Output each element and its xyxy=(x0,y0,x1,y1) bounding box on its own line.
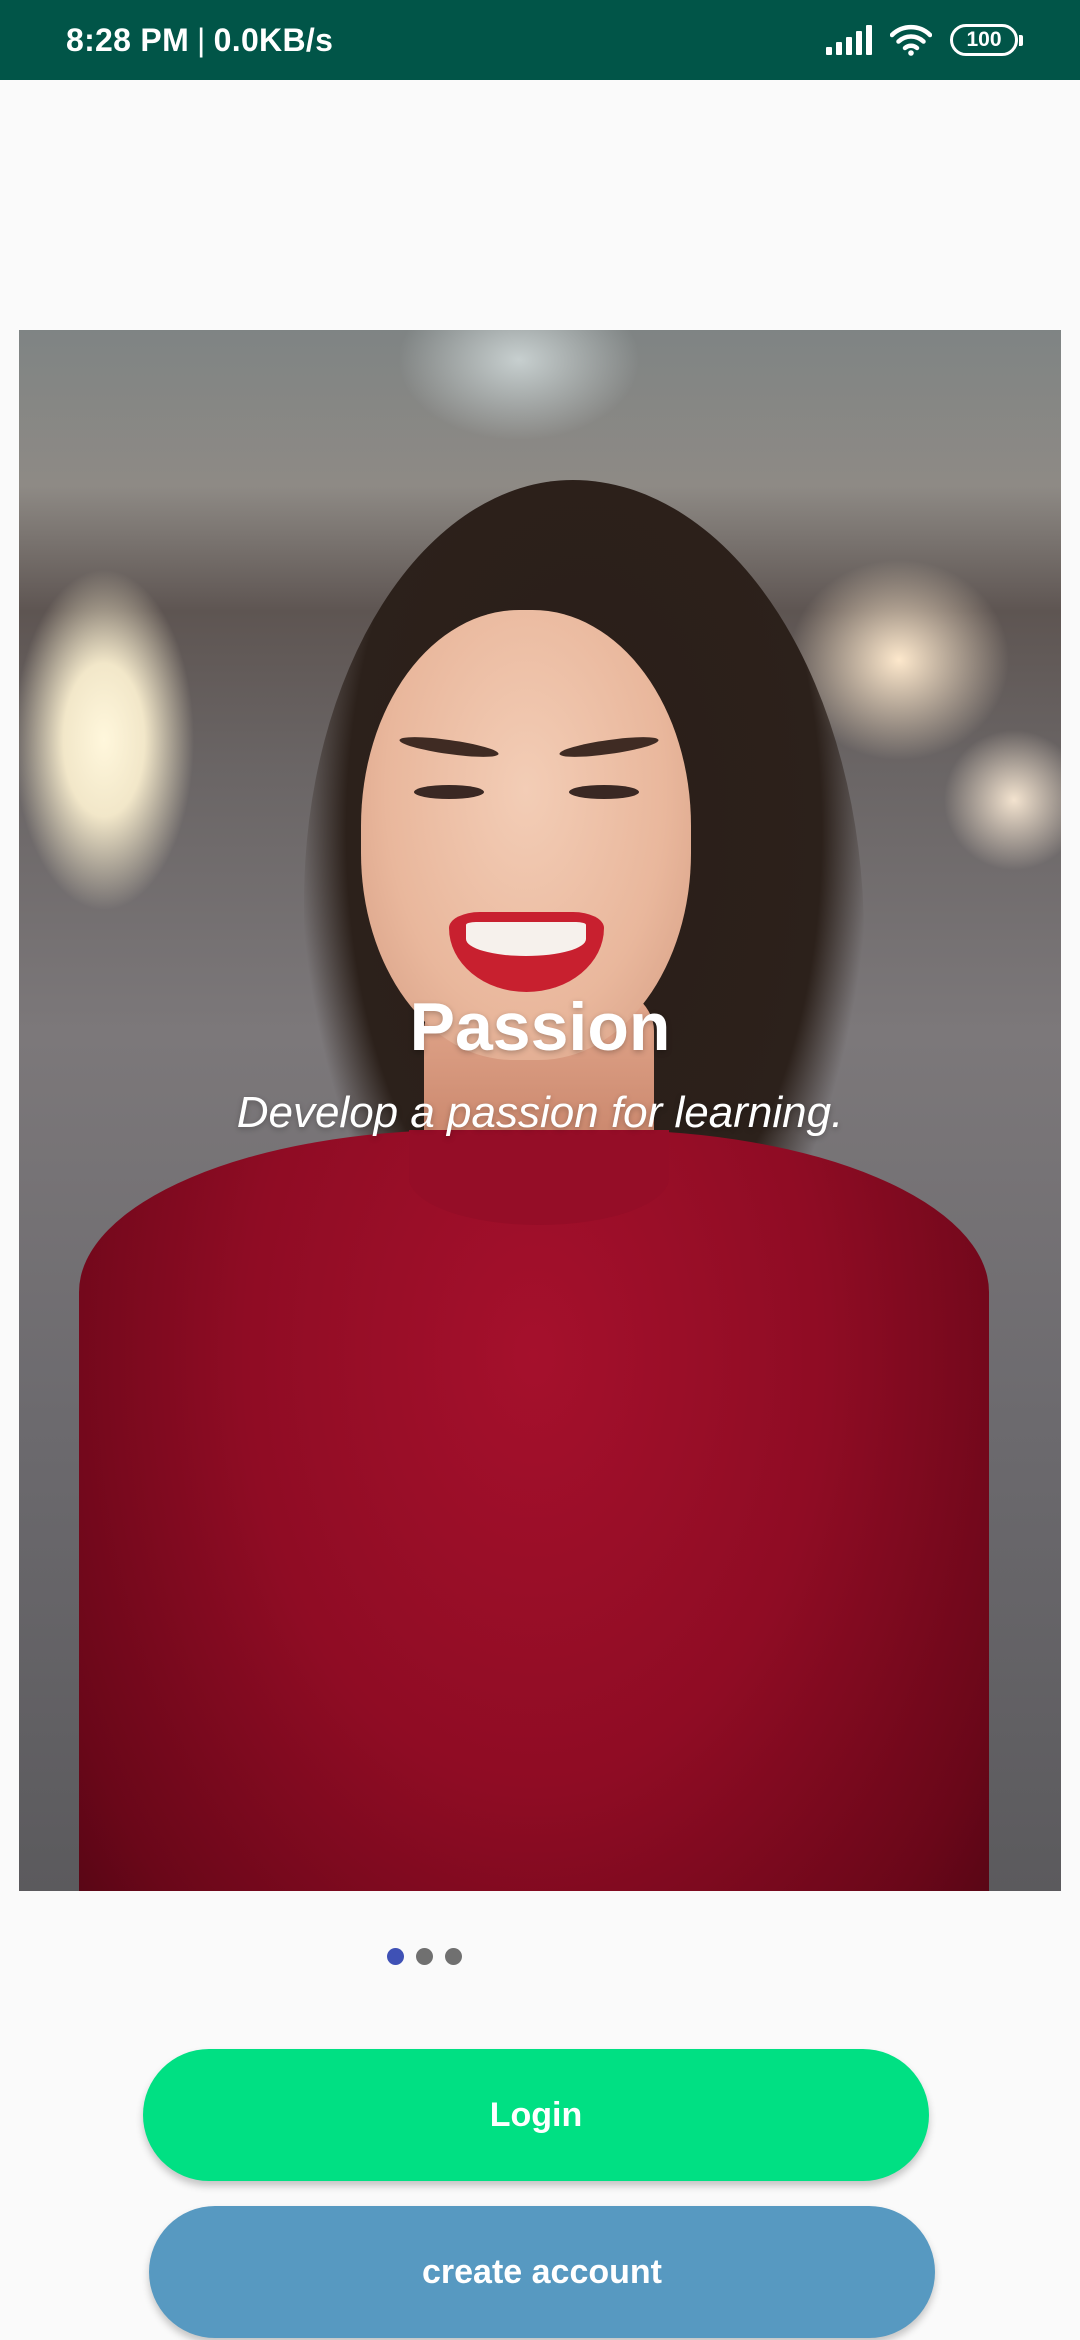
page-dot[interactable] xyxy=(445,1948,462,1965)
page-dot-active[interactable] xyxy=(387,1948,404,1965)
status-left: 8:28 PM | 0.0KB/s xyxy=(66,22,333,59)
onboarding-carousel[interactable]: Passion Develop a passion for learning. xyxy=(19,330,1061,1891)
page-dot[interactable] xyxy=(416,1948,433,1965)
network-speed: 0.0KB/s xyxy=(213,21,334,58)
page-indicator xyxy=(387,1948,462,1965)
slide-photo-collar xyxy=(409,1130,669,1225)
login-button[interactable]: Login xyxy=(143,2049,929,2181)
slide-photo-teeth xyxy=(466,922,586,956)
battery-level: 100 xyxy=(966,28,1002,51)
slide-title: Passion xyxy=(409,989,671,1065)
create-account-button[interactable]: create account xyxy=(149,2206,935,2338)
status-icons: 100 xyxy=(826,24,1023,56)
slide-subtitle: Develop a passion for learning. xyxy=(236,1088,844,1137)
slide-photo-eye xyxy=(414,785,484,799)
signal-icon xyxy=(826,25,872,55)
wifi-icon xyxy=(890,24,932,56)
status-separator: | xyxy=(197,21,206,58)
status-bar: 8:28 PM | 0.0KB/s 100 xyxy=(0,0,1080,80)
battery-icon: 100 xyxy=(950,24,1023,56)
status-time: 8:28 PM xyxy=(66,21,190,58)
slide-photo-eye xyxy=(569,785,639,799)
slide-photo-shirt xyxy=(79,1130,989,1891)
